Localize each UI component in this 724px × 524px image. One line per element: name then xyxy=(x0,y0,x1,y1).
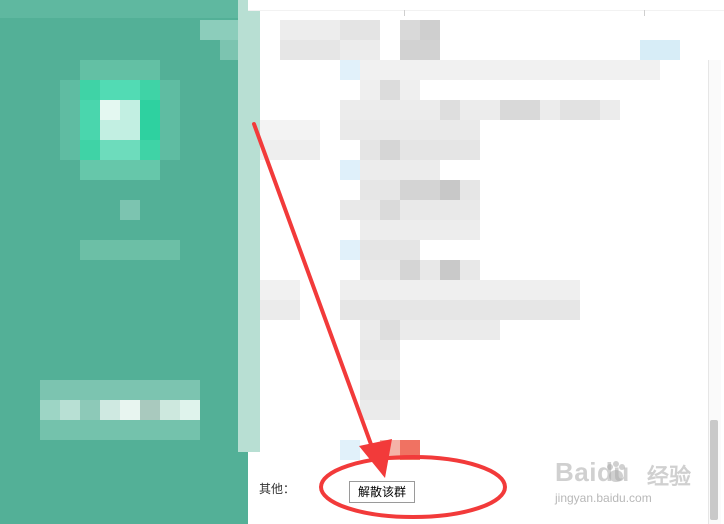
panel-header-blur-2 xyxy=(220,40,240,60)
top-edge-tick xyxy=(644,10,645,16)
watermark-product: 经验 xyxy=(647,464,692,489)
group-profile-panel xyxy=(0,0,248,524)
watermark-url: jingyan.baidu.com xyxy=(555,491,652,505)
group-id-blur xyxy=(80,240,180,260)
content-top-edge xyxy=(248,0,724,11)
baidu-paw-icon xyxy=(607,461,625,482)
top-edge-tick xyxy=(404,10,405,16)
panel-header-blur xyxy=(200,20,240,40)
group-info-blur-top xyxy=(40,380,200,400)
panel-top-band xyxy=(0,0,248,18)
other-label: 其他： xyxy=(259,482,296,496)
baidu-watermark: Baidu 经验 jingyan.baidu.com xyxy=(555,455,715,515)
group-info-blur-mid xyxy=(40,400,200,420)
panel-divider-strip xyxy=(238,0,260,452)
settings-blurred-rows xyxy=(260,20,680,460)
group-name-blur xyxy=(120,200,140,220)
group-info-blur-bottom xyxy=(40,420,200,440)
dismiss-group-button[interactable]: 解散该群 xyxy=(349,481,415,503)
group-avatar-icon[interactable] xyxy=(60,60,180,180)
